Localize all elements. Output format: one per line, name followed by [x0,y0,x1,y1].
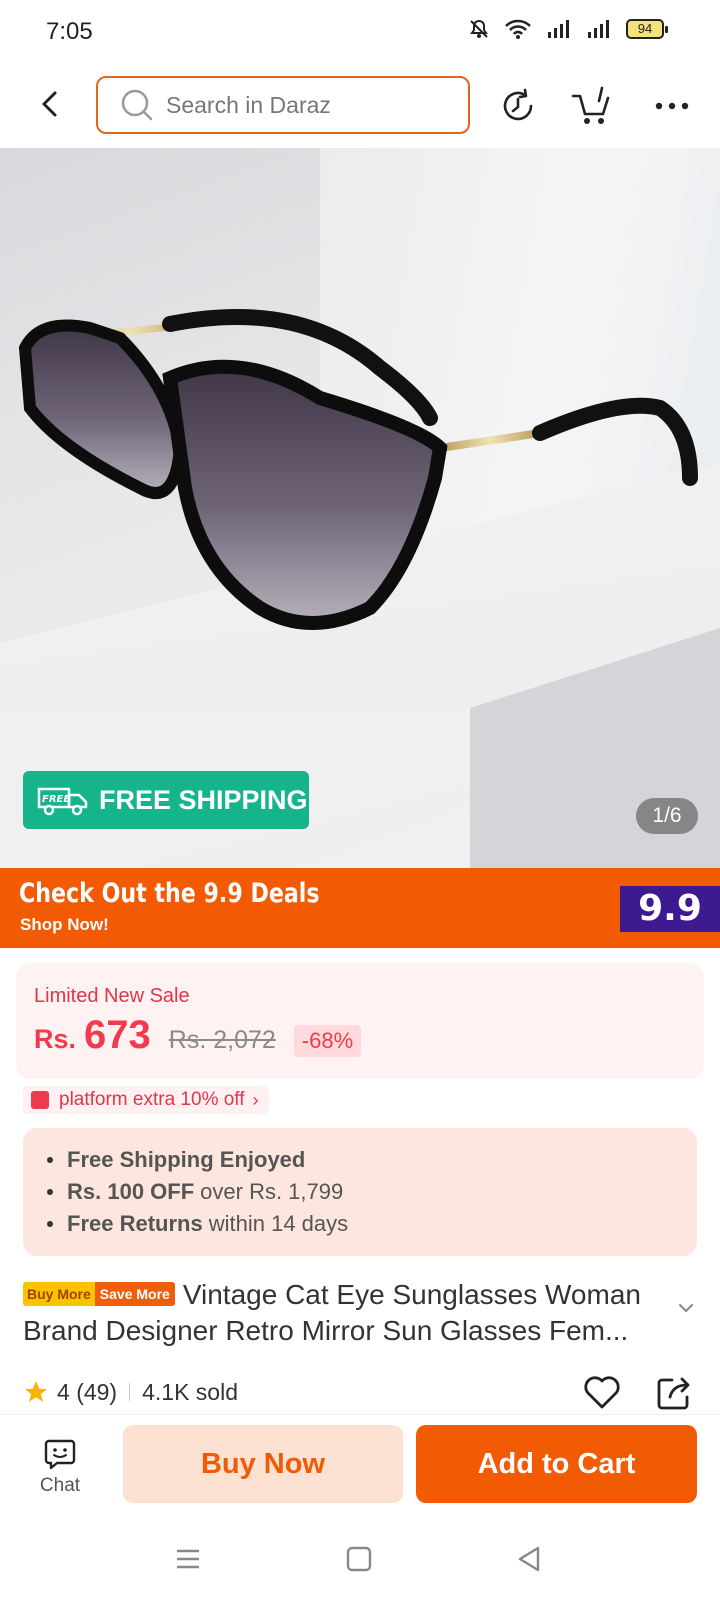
product-title-line1: Vintage Cat Eye Sunglasses Woman [182,1279,641,1310]
status-time: 7:05 [46,18,93,45]
truck-icon: FREE [37,787,88,816]
menu-lines-icon [177,1549,199,1569]
bullet-icon [47,1221,53,1227]
rating-score: 4 [57,1378,70,1405]
history-button[interactable] [496,84,540,128]
signal-icon-2 [588,20,609,38]
sold-count: 4.1K sold [142,1378,238,1405]
promo-banner[interactable]: Check Out the 9.9 Deals Shop Now! 9.9 [0,868,720,948]
chevron-left-icon [42,91,57,117]
wifi-icon [505,19,531,39]
chat-label: Chat [39,1475,81,1496]
price-currency: Rs. [34,1024,77,1054]
status-bar: 7:05 94 [0,0,720,64]
chevron-down-icon[interactable] [676,1298,696,1318]
bullet-icon [47,1189,53,1195]
buy-more-tag: Buy More [23,1281,95,1306]
recents-button[interactable] [171,1542,205,1576]
divider [129,1383,131,1401]
system-nav-bar [0,1518,720,1600]
mute-bell-icon [470,19,488,38]
chat-button[interactable]: Chat [30,1437,90,1503]
free-shipping-badge: FREE FREE SHIPPING [23,771,309,829]
cart-button[interactable] [570,84,614,128]
share-icon[interactable] [652,1370,696,1414]
chat-icon [44,1439,76,1470]
price-row: Rs. 673 Rs. 2,072 -68% [34,1013,362,1058]
refresh-history-icon [503,88,533,121]
benefit-bold: Free Returns [67,1211,203,1236]
triangle-back-icon [518,1546,540,1572]
benefit-bold: Free Shipping Enjoyed [67,1147,306,1172]
rating-count: (49) [76,1378,118,1405]
benefit-bold: Rs. 100 OFF [67,1179,195,1204]
benefit-rest: within 14 days [208,1211,349,1236]
search-box[interactable] [96,76,470,134]
promo-badge: 9.9 [620,886,720,932]
save-more-tag: Save More [94,1281,175,1306]
product-title[interactable]: Buy More Save More Vintage Cat Eye Sunglas… [23,1277,663,1349]
square-icon [346,1546,372,1572]
benefit-item: Rs. 100 OFF over Rs. 1,799 [47,1176,697,1208]
more-dots-icon [655,102,689,110]
voucher-label: platform extra 10% off [59,1089,245,1110]
promo-subtitle: Shop Now! [20,915,109,934]
price-card: Limited New Sale Rs. 673 Rs. 2,072 -68% [16,963,704,1079]
current-price: 673 [84,1013,151,1057]
star-icon [25,1381,47,1402]
benefit-item: Free Shipping Enjoyed [47,1144,697,1176]
status-icons: 94 [468,18,668,40]
home-button[interactable] [342,1542,376,1576]
signal-icon [548,20,569,38]
sunglasses-image [0,309,720,868]
bullet-icon [47,1157,53,1163]
ticket-icon [31,1091,49,1109]
system-back-button[interactable] [512,1542,546,1576]
free-shipping-label: FREE SHIPPING [99,784,308,815]
back-button[interactable] [30,84,70,124]
sale-label: Limited New Sale [34,985,190,1007]
image-counter: 1/6 [636,798,698,834]
voucher-chip[interactable]: platform extra 10% off › [23,1086,269,1114]
cart-icon [571,86,610,124]
rating-row[interactable]: 4 (49) 4.1K sold [23,1372,238,1412]
add-to-cart-button[interactable]: Add to Cart [416,1425,697,1503]
search-input[interactable] [166,91,426,119]
chevron-right-icon: › [252,1089,259,1110]
benefit-item: Free Returns within 14 days [47,1208,697,1240]
product-image-gallery[interactable]: FREE FREE SHIPPING 1/6 [0,148,720,868]
truck-label: FREE [42,794,70,805]
search-icon [121,89,153,121]
header [0,64,720,148]
battery-icon: 94 [626,19,668,39]
heart-icon[interactable] [580,1370,624,1414]
promo-title: Check Out the 9.9 Deals [19,878,320,909]
buy-now-button[interactable]: Buy Now [123,1425,403,1503]
product-title-line2: Brand Designer Retro Mirror Sun Glasses … [23,1315,629,1346]
action-bar: Chat Buy Now Add to Cart [0,1414,720,1518]
benefits-panel: Free Shipping Enjoyed Rs. 100 OFF over R… [23,1128,697,1256]
original-price: Rs. 2,072 [168,1026,276,1054]
benefit-rest: over Rs. 1,799 [200,1179,344,1204]
discount-badge: -68% [293,1025,362,1057]
more-button[interactable] [650,84,694,128]
